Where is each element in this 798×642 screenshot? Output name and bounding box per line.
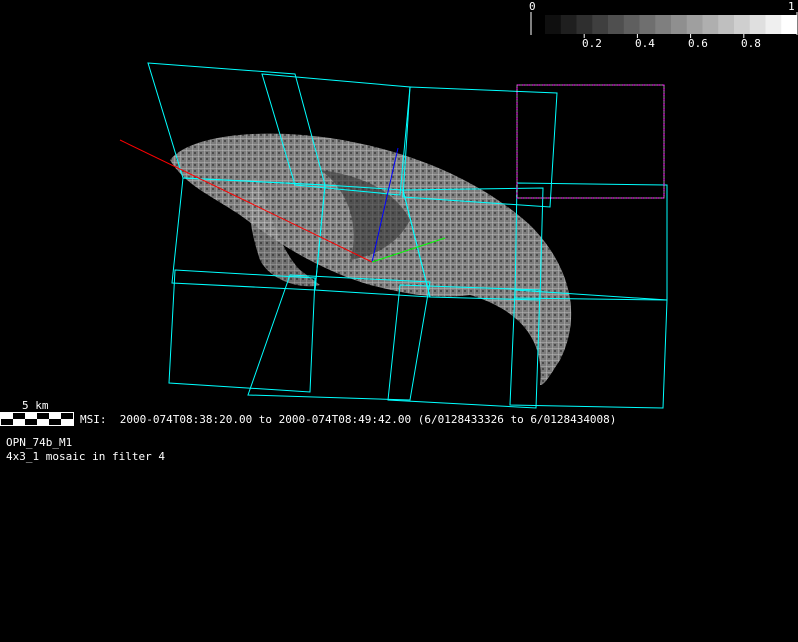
scale-bar	[0, 412, 74, 426]
colorbar-swatch	[608, 15, 625, 34]
colorbar-swatch	[686, 15, 703, 34]
colorbar-swatch	[671, 15, 688, 34]
colorbar-swatch	[592, 15, 609, 34]
colorbar-swatch	[655, 15, 672, 34]
colorbar-tick-label: 0.4	[635, 37, 655, 50]
colorbar-min-label: 0	[529, 0, 536, 13]
colorbar-swatch	[734, 15, 751, 34]
colorbar-tick-label: 0.6	[688, 37, 708, 50]
colorbar-swatch	[560, 15, 577, 34]
colorbar-swatch	[639, 15, 656, 34]
frame-footprint	[168, 269, 316, 393]
colorbar-tick-label: 0.8	[741, 37, 761, 50]
colorbar	[545, 15, 798, 38]
observation-time-range: MSI: 2000-074T08:38:20.00 to 2000-074T08…	[80, 413, 617, 426]
scale-bar-label: 5 km	[22, 399, 49, 412]
colorbar-swatch	[576, 15, 593, 34]
sequence-name: OPN_74b_M1	[6, 436, 73, 449]
colorbar-swatch	[623, 15, 640, 34]
colorbar-max-label: 1	[788, 0, 795, 13]
selected-frame-outline	[516, 84, 665, 199]
selected-frame-footprint[interactable]	[516, 84, 665, 199]
colorbar-tick-label: 0.2	[582, 37, 602, 50]
frame-footprint	[247, 274, 431, 401]
colorbar-swatch	[749, 15, 766, 34]
colorbar-swatch	[718, 15, 735, 34]
viewport-3d[interactable]	[0, 0, 798, 642]
colorbar-swatch	[545, 15, 562, 34]
asteroid-shape-model	[170, 133, 572, 385]
colorbar-swatch	[702, 15, 719, 34]
mosaic-description: 4x3_1 mosaic in filter 4	[6, 450, 165, 463]
colorbar-swatch	[781, 15, 798, 34]
colorbar-swatch	[765, 15, 782, 34]
